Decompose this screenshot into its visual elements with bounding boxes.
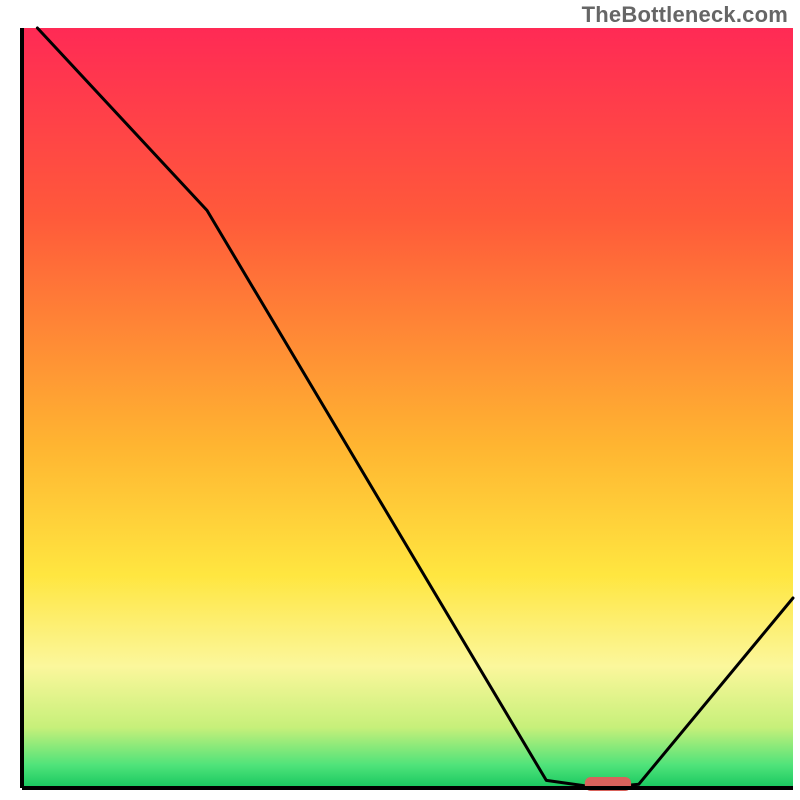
plot-svg <box>0 0 800 800</box>
plot-background <box>22 28 793 788</box>
bottleneck-chart: TheBottleneck.com <box>0 0 800 800</box>
